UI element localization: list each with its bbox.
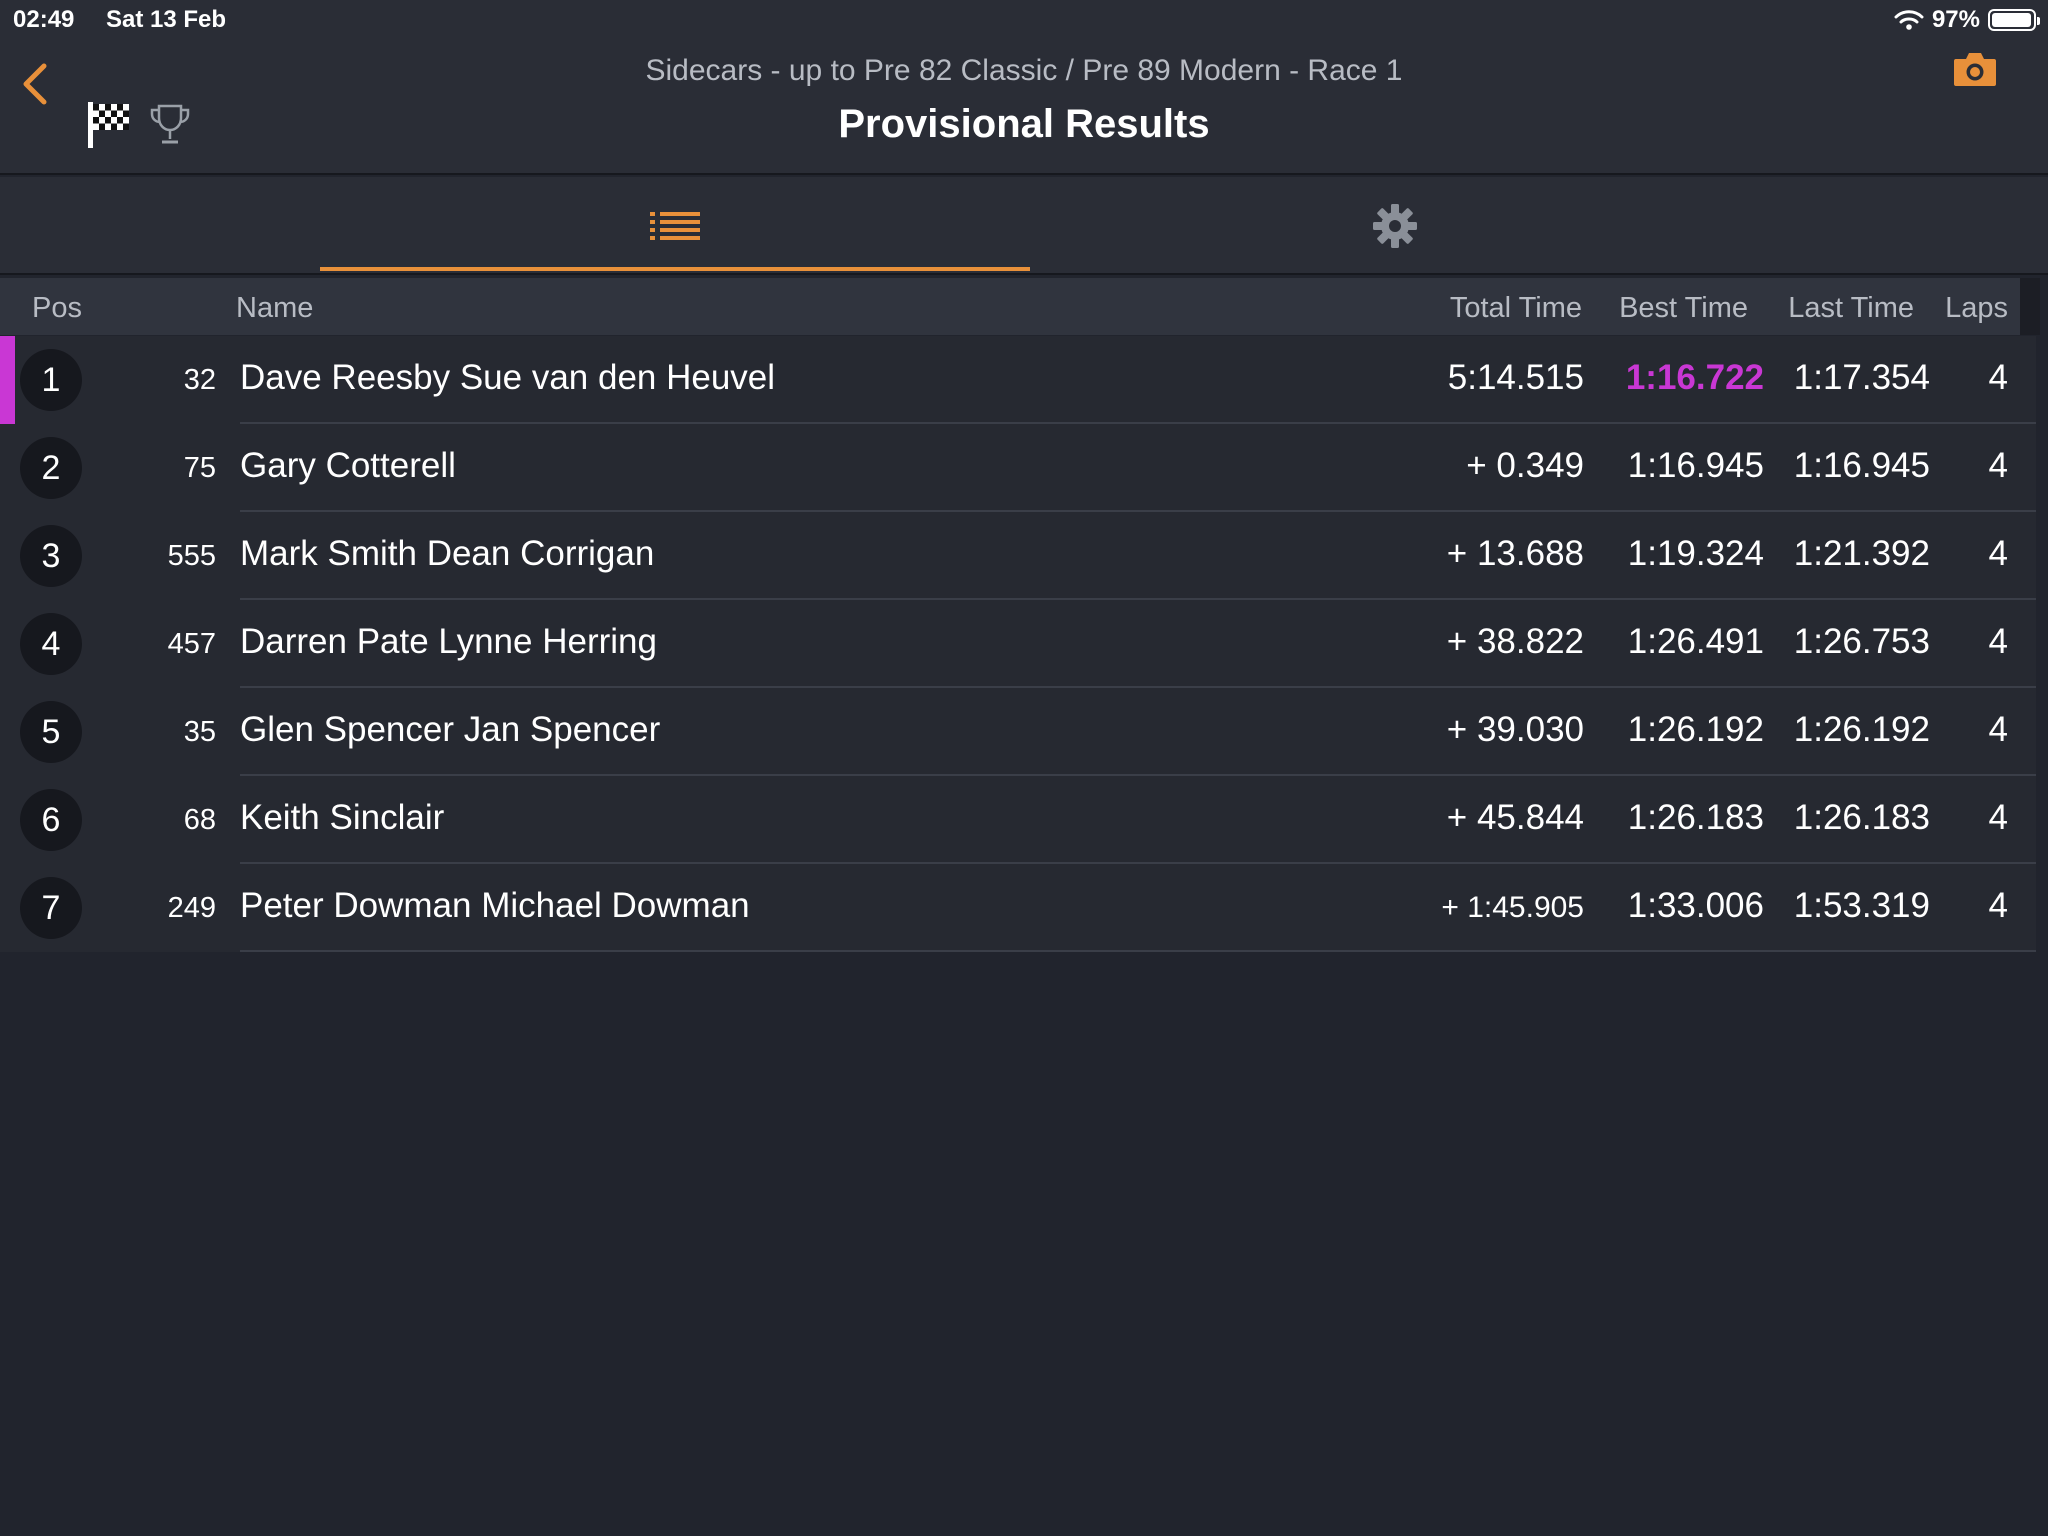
camera-icon [1954,53,1996,86]
rider-number: 249 [167,892,216,924]
result-row[interactable]: 6 68 Keith Sinclair + 45.844 1:26.183 1:… [0,776,2036,864]
laps: 4 [1988,446,2008,485]
best-time-fastest: 1:16.722 [1625,358,1764,397]
position-badge: 1 [20,349,82,411]
result-row[interactable]: 2 75 Gary Cotterell + 0.349 1:16.945 1:1… [0,424,2036,512]
rider-name: Dave Reesby Sue van den Heuvel [240,358,776,397]
total-time: + 38.822 [1446,622,1584,661]
laps: 4 [1988,358,2008,397]
rider-name: Mark Smith Dean Corrigan [240,534,655,573]
best-time: 1:26.183 [1627,798,1764,837]
rider-number: 555 [167,540,216,572]
results-table: 1 32 Dave Reesby Sue van den Heuvel 5:14… [0,336,2048,952]
rider-number: 75 [183,452,216,484]
rider-number: 457 [167,628,216,660]
rider-name: Glen Spencer Jan Spencer [240,710,661,749]
status-bar: 02:49 Sat 13 Feb 97% [0,0,2048,40]
result-row[interactable]: 5 35 Glen Spencer Jan Spencer + 39.030 1… [0,688,2036,776]
result-row[interactable]: 7 249 Peter Dowman Michael Dowman + 1:45… [0,864,2036,952]
laps: 4 [1988,534,2008,573]
total-time: + 13.688 [1446,534,1584,573]
best-time: 1:26.491 [1627,622,1764,661]
tab-settings[interactable] [1040,177,1750,275]
last-time: 1:26.192 [1793,710,1930,749]
last-time: 1:53.319 [1793,886,1930,925]
gear-icon [1373,204,1417,248]
last-time: 1:26.753 [1793,622,1930,661]
column-header-last-time[interactable]: Last Time [1788,292,1914,325]
laps: 4 [1988,886,2008,925]
result-row[interactable]: 4 457 Darren Pate Lynne Herring + 38.822… [0,600,2036,688]
column-header-total-time[interactable]: Total Time [1450,292,1582,325]
row-divider [240,950,2036,952]
result-row[interactable]: 3 555 Mark Smith Dean Corrigan + 13.688 … [0,512,2036,600]
last-time: 1:17.354 [1793,358,1930,397]
status-time: 02:49 [13,6,75,33]
best-time: 1:19.324 [1627,534,1764,573]
total-time: + 0.349 [1466,446,1584,485]
active-tab-indicator [320,267,1030,271]
position-badge: 6 [20,789,82,851]
position-badge: 7 [20,877,82,939]
total-time: + 1:45.905 [1441,891,1584,924]
battery-percent: 97% [1931,6,1980,33]
status-right: 97% [1894,6,2040,34]
laps: 4 [1988,622,2008,661]
laps: 4 [1988,710,2008,749]
list-icon [650,212,700,240]
battery-level [1992,13,2031,27]
column-header-laps[interactable]: Laps [1945,292,2008,325]
tab-bar [0,177,2048,275]
column-header-pos[interactable]: Pos [32,292,82,325]
column-header-best-time[interactable]: Best Time [1619,292,1748,325]
leader-indicator [0,336,15,424]
scroll-strip [2020,278,2040,335]
last-time: 1:26.183 [1793,798,1930,837]
page-title: Provisional Results [838,102,1210,146]
column-header-name[interactable]: Name [236,292,313,325]
camera-button[interactable] [1952,50,1998,93]
position-badge: 3 [20,525,82,587]
position-badge: 5 [20,701,82,763]
position-badge: 4 [20,613,82,675]
best-time: 1:26.192 [1627,710,1764,749]
rider-name: Darren Pate Lynne Herring [240,622,657,661]
rider-number: 32 [183,364,216,396]
total-time: 5:14.515 [1447,358,1584,397]
total-time: + 45.844 [1446,798,1584,837]
rider-number: 35 [183,716,216,748]
rider-name: Peter Dowman Michael Dowman [240,886,750,925]
rider-name: Keith Sinclair [240,798,445,837]
battery-icon [1988,9,2040,31]
position-badge: 2 [20,437,82,499]
result-row[interactable]: 1 32 Dave Reesby Sue van den Heuvel 5:14… [0,336,2036,424]
rider-number: 68 [183,804,216,836]
best-time: 1:16.945 [1627,446,1764,485]
last-time: 1:16.945 [1793,446,1930,485]
status-date: Sat 13 Feb [106,6,227,33]
rider-name: Gary Cotterell [240,446,456,485]
race-subtitle: Sidecars - up to Pre 82 Classic / Pre 89… [645,54,1403,87]
results-table-header: Pos Name Total Time Best Time Last Time … [0,278,2020,335]
last-time: 1:21.392 [1793,534,1930,573]
wifi-icon [1894,9,1924,31]
total-time: + 39.030 [1446,710,1584,749]
best-time: 1:33.006 [1627,886,1764,925]
tab-results-list[interactable] [320,177,1030,275]
laps: 4 [1988,798,2008,837]
